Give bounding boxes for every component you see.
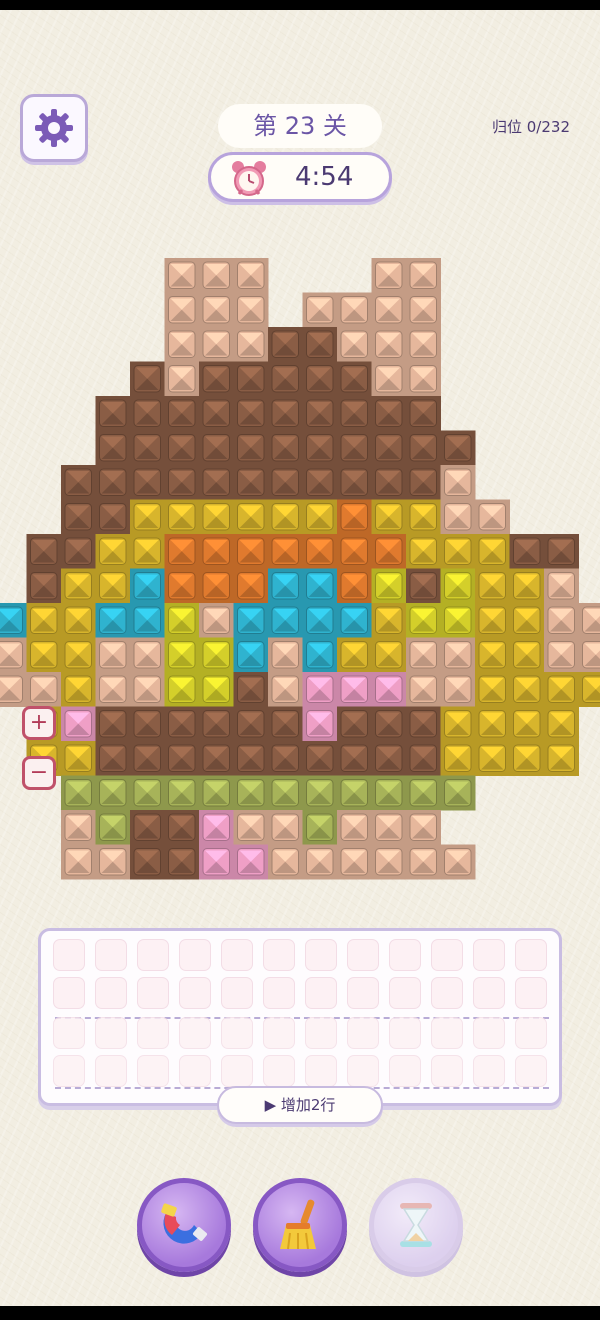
nav-bar bbox=[0, 1306, 600, 1320]
locked-tray-slot bbox=[53, 1017, 85, 1049]
locked-tray-slot bbox=[305, 1017, 337, 1049]
locked-tray-slot bbox=[347, 1055, 379, 1087]
locked-tray-slot bbox=[137, 1017, 169, 1049]
hourglass-icon bbox=[400, 1203, 432, 1247]
hourglass-power-button[interactable] bbox=[369, 1178, 463, 1272]
puzzle-board bbox=[0, 258, 600, 880]
locked-tray-slot bbox=[179, 1055, 211, 1087]
add-rows-button[interactable]: ▶ 增加2行 bbox=[217, 1086, 383, 1124]
locked-tray-slot bbox=[473, 1055, 505, 1087]
tray-slot bbox=[53, 977, 85, 1009]
tray-slot bbox=[473, 977, 505, 1009]
locked-tray-slot bbox=[221, 1017, 253, 1049]
tray-slot bbox=[347, 939, 379, 971]
tray-slot bbox=[263, 977, 295, 1009]
locked-tray-slot bbox=[263, 1055, 295, 1087]
tray-slot bbox=[95, 977, 127, 1009]
tray-slot bbox=[515, 939, 547, 971]
broom-power-button[interactable] bbox=[253, 1178, 347, 1272]
locked-tray-slot bbox=[347, 1017, 379, 1049]
tray-slot bbox=[263, 939, 295, 971]
tray-slot bbox=[137, 977, 169, 1009]
locked-tray-slot bbox=[305, 1055, 337, 1087]
tray-panel bbox=[38, 928, 562, 1106]
tray-slot bbox=[179, 977, 211, 1009]
locked-tray-slot bbox=[389, 1017, 421, 1049]
tray-slot bbox=[221, 977, 253, 1009]
tray-slot bbox=[389, 939, 421, 971]
broom-icon bbox=[280, 1199, 316, 1250]
locked-tray-slot bbox=[179, 1017, 211, 1049]
tray-slot bbox=[515, 977, 547, 1009]
locked-tray-slot bbox=[95, 1055, 127, 1087]
magnet-icon bbox=[161, 1203, 207, 1244]
locked-tray-slot bbox=[515, 1055, 547, 1087]
locked-tray-slot bbox=[431, 1017, 463, 1049]
locked-tray-slot bbox=[389, 1055, 421, 1087]
locked-tray-slot bbox=[137, 1055, 169, 1087]
tray-slot bbox=[347, 977, 379, 1009]
magnet-power-button[interactable] bbox=[137, 1178, 231, 1272]
tray-slot bbox=[221, 939, 253, 971]
locked-tray-slot bbox=[431, 1055, 463, 1087]
locked-tray-slot bbox=[95, 1017, 127, 1049]
tray-slot bbox=[431, 977, 463, 1009]
locked-tray-slot bbox=[515, 1017, 547, 1049]
tray-slot bbox=[305, 977, 337, 1009]
locked-tray-slot bbox=[473, 1017, 505, 1049]
tray-slot bbox=[53, 939, 85, 971]
zoom-in-button[interactable]: + bbox=[22, 706, 56, 740]
locked-tray-slot bbox=[263, 1017, 295, 1049]
tray-slot bbox=[389, 977, 421, 1009]
tray-slot bbox=[137, 939, 169, 971]
locked-tray-slot bbox=[53, 1055, 85, 1087]
tray-slot bbox=[305, 939, 337, 971]
tray-slot bbox=[95, 939, 127, 971]
locked-tray-slot bbox=[221, 1055, 253, 1087]
zoom-out-button[interactable]: − bbox=[22, 756, 56, 790]
tray-slot bbox=[473, 939, 505, 971]
tray-slot bbox=[431, 939, 463, 971]
tray-slot bbox=[179, 939, 211, 971]
